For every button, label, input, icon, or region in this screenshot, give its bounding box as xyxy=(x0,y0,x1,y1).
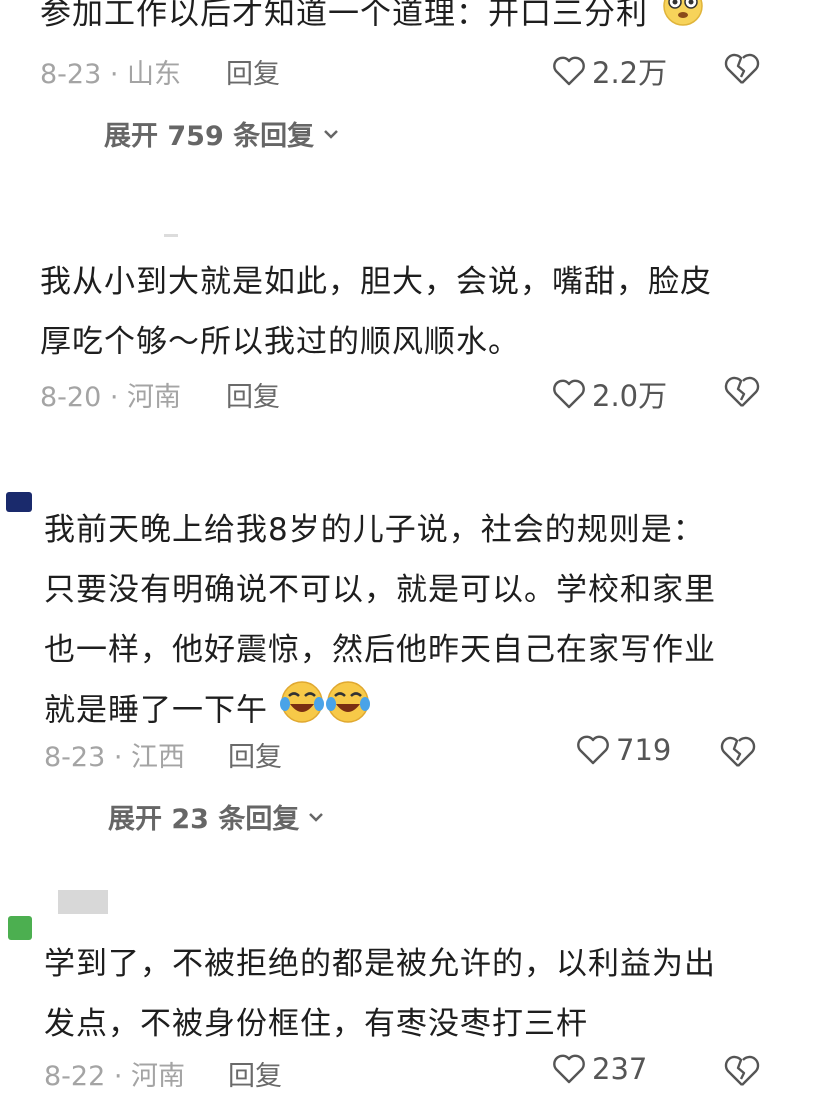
heart-outline-icon xyxy=(577,735,609,765)
comment-line: 发点，不被身份框住，有枣没枣打三杆 xyxy=(44,1006,588,1042)
comment-date-location: 8-23 · 山东 xyxy=(40,59,182,90)
nervous-face-emoji-icon xyxy=(659,0,707,46)
heart-outline-icon xyxy=(553,56,585,86)
like-button[interactable]: 237 xyxy=(552,1052,647,1086)
avatar xyxy=(8,916,32,940)
expand-replies-label: 展开 759 条回复 xyxy=(104,121,315,152)
heart-outline-icon xyxy=(553,1054,585,1084)
broken-heart-icon xyxy=(720,736,756,767)
dislike-button[interactable] xyxy=(724,375,760,413)
reply-button[interactable]: 回复 xyxy=(228,1054,282,1093)
comment-line: 厚吃个够～所以我过的顺风顺水。 xyxy=(40,324,520,360)
comment-line: 也一样，他好震惊，然后他昨天自己在家写作业 xyxy=(44,632,716,668)
crying-laughing-emoji-icon xyxy=(325,680,371,744)
like-button[interactable]: 2.0万 xyxy=(552,373,667,415)
like-count: 237 xyxy=(592,1052,648,1086)
heart-outline-icon xyxy=(553,379,585,409)
like-count: 719 xyxy=(616,733,672,767)
reply-button[interactable]: 回复 xyxy=(226,52,280,91)
chevron-down-icon xyxy=(324,129,339,139)
avatar xyxy=(164,234,178,237)
broken-heart-icon xyxy=(724,376,760,407)
chevron-down-icon xyxy=(309,812,324,822)
reply-button[interactable]: 回复 xyxy=(226,375,280,414)
comment-line: 参加工作以后才知道一个道理：开口三分利 xyxy=(40,0,648,32)
comment-text: 我从小到大就是如此，胆大，会说，嘴甜，脸皮 厚吃个够～所以我过的顺风顺水。 xyxy=(40,252,712,372)
like-button[interactable]: 2.2万 xyxy=(552,50,667,92)
comment-text: 我前天晚上给我8岁的儿子说，社会的规则是： 只要没有明确说不可以，就是可以。学校… xyxy=(44,500,716,744)
username-placeholder xyxy=(58,890,108,914)
broken-heart-icon xyxy=(724,1055,760,1086)
comment-text: 参加工作以后才知道一个道理：开口三分利 xyxy=(40,0,707,46)
expand-replies-button[interactable]: 展开 759 条回复 xyxy=(104,114,340,153)
comment-text: 学到了，不被拒绝的都是被允许的，以利益为出 发点，不被身份框住，有枣没枣打三杆 xyxy=(44,934,716,1054)
expand-replies-label: 展开 23 条回复 xyxy=(108,804,300,835)
like-button[interactable]: 719 xyxy=(576,733,671,767)
dislike-button[interactable] xyxy=(720,735,756,773)
crying-laughing-emoji-icon xyxy=(279,680,325,744)
broken-heart-icon xyxy=(724,53,760,84)
comment-date-location: 8-20 · 河南 xyxy=(40,382,182,413)
like-count: 2.0万 xyxy=(592,379,668,413)
dislike-button[interactable] xyxy=(724,1054,760,1092)
like-count: 2.2万 xyxy=(592,56,668,90)
comment-date-location: 8-23 · 江西 xyxy=(44,742,186,773)
comment-line: 我从小到大就是如此，胆大，会说，嘴甜，脸皮 xyxy=(40,264,712,300)
expand-replies-button[interactable]: 展开 23 条回复 xyxy=(108,797,325,836)
comment-line: 只要没有明确说不可以，就是可以。学校和家里 xyxy=(44,572,716,608)
avatar xyxy=(6,492,32,512)
dislike-button[interactable] xyxy=(724,52,760,90)
comment-line: 学到了，不被拒绝的都是被允许的，以利益为出 xyxy=(44,946,716,982)
comment-date-location: 8-22 · 河南 xyxy=(44,1061,186,1092)
comment-line: 我前天晚上给我8岁的儿子说，社会的规则是： xyxy=(44,512,705,548)
reply-button[interactable]: 回复 xyxy=(228,735,282,774)
